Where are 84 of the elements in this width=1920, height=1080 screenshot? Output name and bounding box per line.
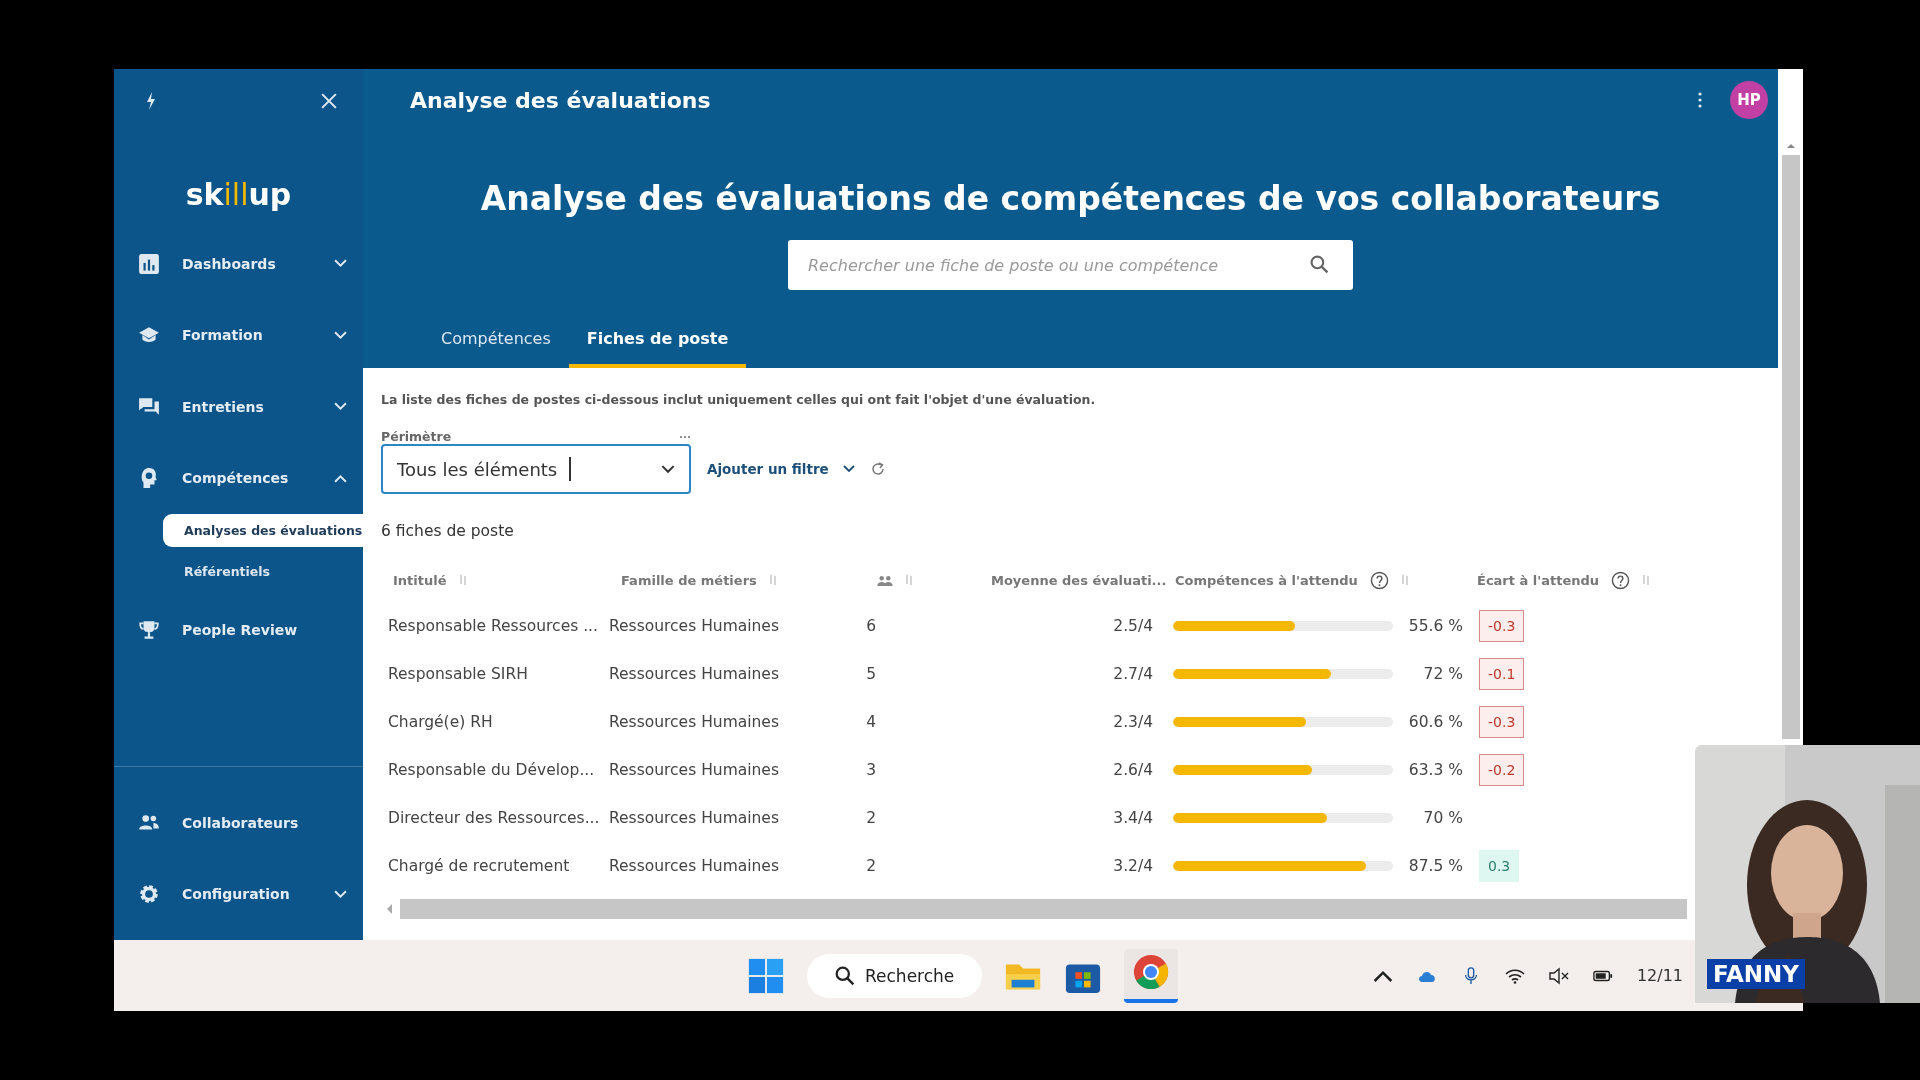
table-cell: 3 [866,761,876,779]
table-cell-text: Responsable Ressources ... [387,617,599,635]
people-icon [876,574,893,586]
table-cell-text: Ressources Humaines [609,857,780,875]
table-cell-text: Ressources Humaines [609,617,780,635]
table-cell-text: Responsable du Dévelop... [387,761,596,779]
nav-item[interactable]: Collaborateurs [114,787,363,859]
table-cell-text: Chargé(e) RH [387,713,494,731]
scope-select[interactable]: Tous les éléments [381,444,691,494]
table-cell: 2.5/4 [1113,617,1153,635]
refresh-icon[interactable] [870,462,885,476]
table-cell-text: Directeur des Ressources... [387,809,601,827]
table-cell: 5 [866,665,876,683]
avatar[interactable]: HP [1730,81,1768,119]
table-cell: 2.3/4 [1113,713,1153,731]
more-icon[interactable] [679,434,691,439]
column-header[interactable]: Compétences à l'attendu [1175,572,1358,588]
table-cell-text: Ressources Humaines [609,665,780,683]
close-icon[interactable] [321,93,337,109]
lightning-icon [146,92,156,110]
table-cell: 6 [866,617,876,635]
scroll-up-icon[interactable] [1785,143,1796,149]
nav-item[interactable]: Dashboards [114,228,363,300]
table-cell-text: Chargé de recrutement [387,857,571,875]
table-cell: 3.2/4 [1113,857,1153,875]
table-cell-text: Ressources Humaines [609,809,780,827]
column-header[interactable]: Intitulé [393,572,447,588]
bar-chart-icon [138,252,160,275]
page-title: Analyse des évaluations [410,87,712,113]
table-cell-text: 72 % [1422,665,1463,683]
table-cell: 2 [866,809,876,827]
table-cell: 2.6/4 [1113,761,1153,779]
search-field[interactable]: Rechercher une fiche de poste ou une compétence [788,240,1353,290]
tab[interactable]: Fiches de poste [568,317,747,368]
gap-badge: -0.1 [1479,658,1525,690]
table-cell-text: Ressources Humaines [609,713,780,731]
taskbar-search[interactable]: Recherche [807,953,983,998]
nav-subitem[interactable]: Analyses des évaluations [163,514,363,547]
hero-title: Analyse des évaluations de compétences de vos collaborateurs [480,179,1661,218]
field-label: Périmètre [381,429,452,444]
nav-item[interactable]: People Review [114,594,363,666]
gap-badge: -0.2 [1479,754,1525,786]
add-filter-button[interactable]: Ajouter un filtre [707,461,855,494]
wifi-icon[interactable] [1504,966,1525,985]
muted-speaker-icon[interactable] [1548,966,1569,985]
help-icon[interactable] [1369,570,1389,590]
browser-icon[interactable] [1132,952,1171,991]
chevron-down-icon [842,465,855,473]
more-icon[interactable] [1698,92,1702,108]
trophy-icon [138,618,160,641]
table-cell-text: Responsable SIRH [387,665,529,683]
nav-item[interactable]: Formation [114,299,363,371]
chevron-down-icon [661,464,675,474]
nav-item[interactable]: Entretiens [114,371,363,443]
table-cell-text: 55.6 % [1407,617,1463,635]
gap-badge: -0.3 [1479,706,1525,738]
info-text: La liste des fiches de postes ci-dessous inclut uniquement celles qui ont fait l'objet d'une évaluation. [381,392,1097,407]
table-cell: 2 [866,857,876,875]
column-header[interactable]: Moyenne des évaluati... [991,572,1167,588]
nav-item[interactable]: Configuration [114,858,363,930]
table-cell-text: 87.5 % [1407,857,1463,875]
table-cell-text: 63.3 % [1407,761,1463,779]
logo: skillup [185,177,292,212]
table-cell-text: 60.6 % [1407,713,1463,731]
speaker-name: FANNY [1707,959,1806,989]
column-header[interactable]: Famille de métiers [621,572,757,588]
nav-item[interactable]: Compétences [114,442,363,514]
help-icon[interactable] [1611,570,1631,590]
table-cell-text: Ressources Humaines [609,761,780,779]
result-count: 6 fiches de poste [381,522,515,540]
search-icon [835,965,855,986]
table-cell: 4 [866,713,876,731]
table-cell-text: 70 % [1422,809,1463,827]
table-cell: 3.4/4 [1113,809,1153,827]
tab[interactable]: Compétences [423,317,569,368]
clock-date[interactable]: 12/11 [1636,966,1683,985]
gap-badge: -0.3 [1479,610,1525,642]
column-header[interactable]: Écart à l'attendu [1477,572,1600,588]
gap-badge: 0.3 [1479,850,1520,882]
search-icon [1310,255,1329,274]
table-cell: 2.7/4 [1113,665,1153,683]
nav-subitem[interactable]: Référentiels [163,555,363,588]
settings-icon [138,883,160,906]
windows-start-icon[interactable] [747,956,785,995]
